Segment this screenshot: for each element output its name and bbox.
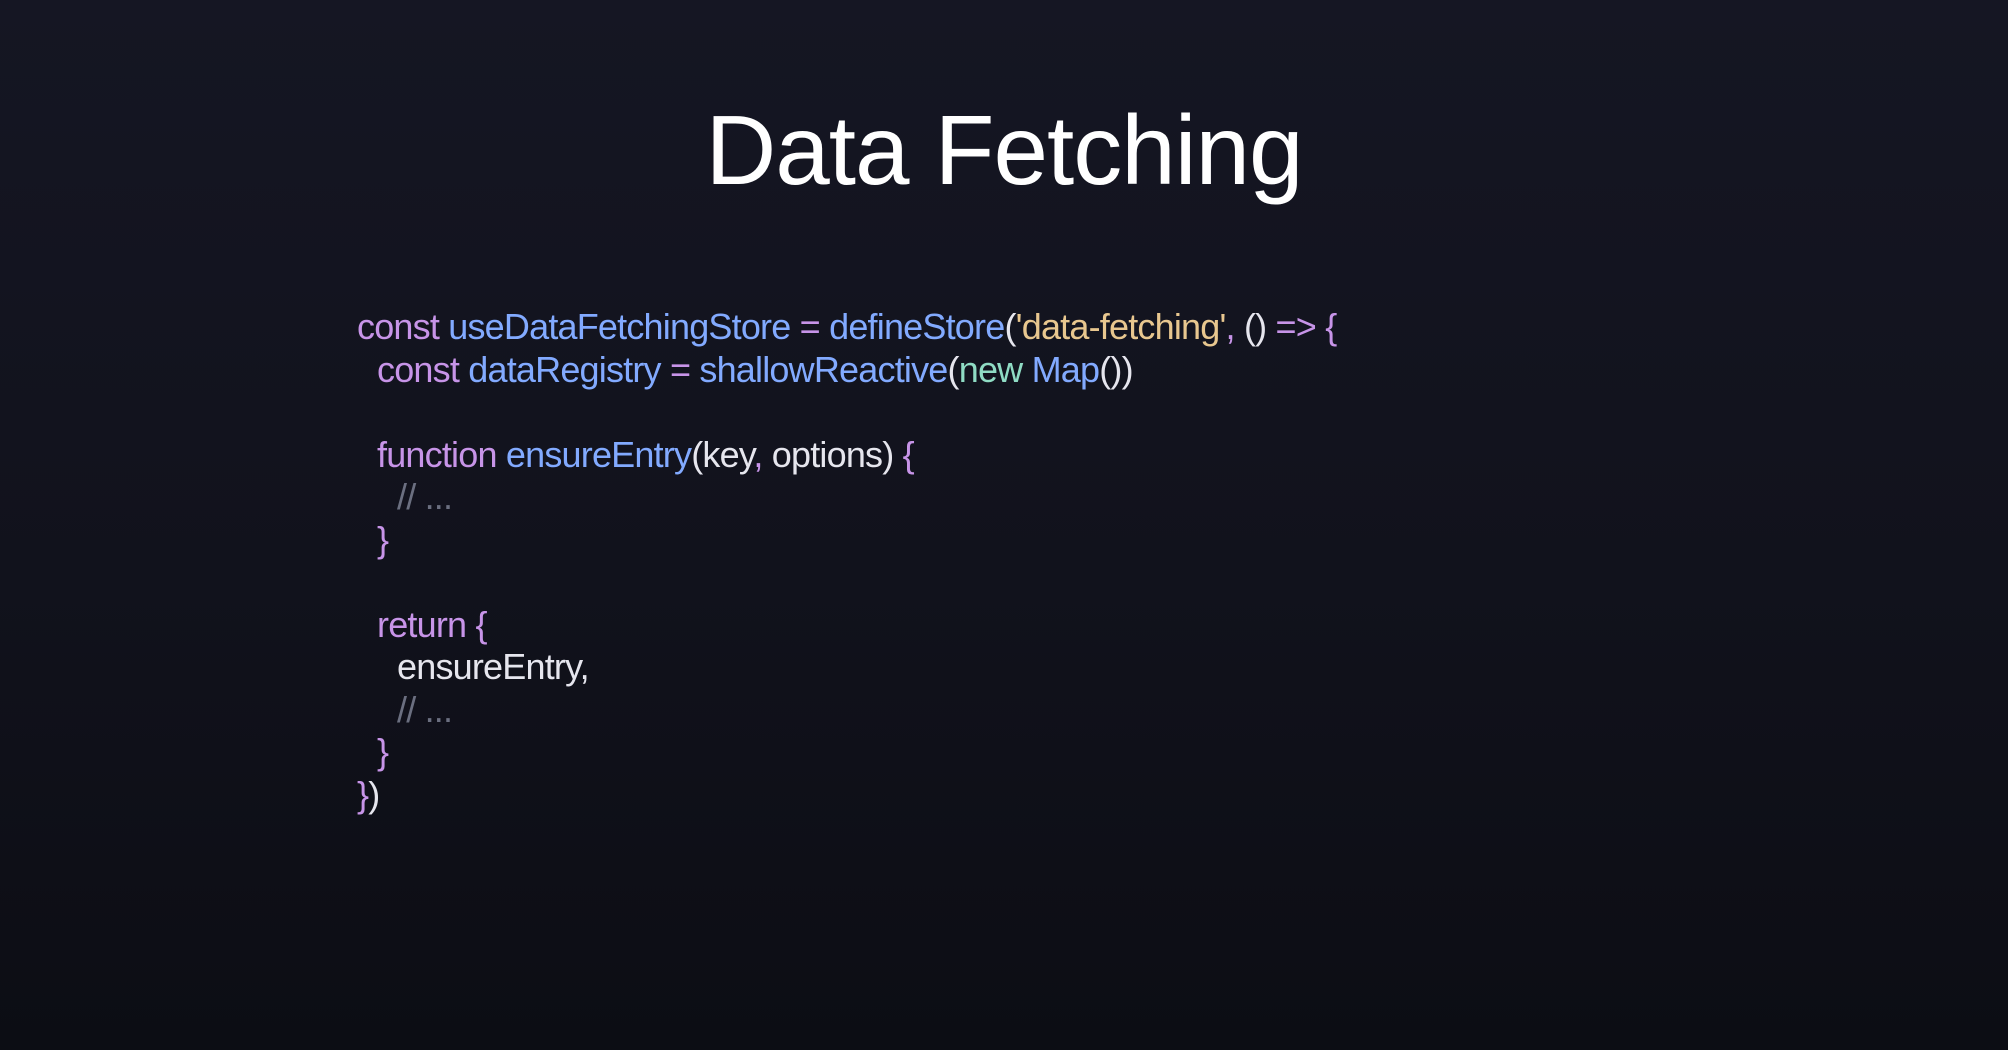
code-token-plain: (	[1004, 306, 1016, 347]
code-token-constructor_keyword: new	[958, 348, 1032, 390]
code-line: }	[357, 731, 1336, 774]
code-token-keyword: const	[377, 348, 469, 390]
code-token-plain: (	[947, 348, 960, 390]
code-token-keyword: }	[377, 518, 389, 560]
code-token-plain: options)	[771, 433, 903, 475]
code-line: return {	[357, 604, 1336, 647]
code-token-function: useDataFetchingStore	[448, 306, 791, 347]
code-token-keyword: => {	[1275, 306, 1338, 347]
code-token-keyword: {	[902, 433, 915, 475]
code-token-plain: ()	[1243, 306, 1276, 347]
code-token-keyword: const	[357, 306, 449, 347]
code-token-comment: // ...	[397, 476, 453, 517]
code-token-function: shallowReactive	[699, 348, 948, 390]
code-line: const useDataFetchingStore = defineStore…	[357, 306, 1338, 349]
code-token-keyword: ,	[753, 433, 772, 475]
code-token-keyword: =	[660, 348, 700, 390]
code-line: ensureEntry,	[357, 646, 1336, 689]
code-line: }	[357, 519, 1336, 562]
code-line: })	[357, 774, 1336, 817]
code-block: const useDataFetchingStore = defineStore…	[357, 306, 1338, 817]
code-token-plain: (key	[691, 433, 754, 475]
code-token-keyword: }	[377, 731, 389, 772]
code-token-plain: ensureEntry,	[397, 646, 590, 687]
code-token-string: 'data-fetching'	[1015, 306, 1227, 347]
code-token-plain: )	[368, 773, 380, 815]
code-token-keyword: function	[377, 433, 506, 475]
slide: Data Fetching const useDataFetchingStore…	[0, 0, 2008, 1050]
code-token-function: Map	[1031, 348, 1100, 390]
code-token-keyword: {	[475, 603, 487, 645]
code-line: // ...	[357, 476, 1336, 519]
code-token-plain: ())	[1099, 348, 1133, 390]
code-token-keyword: return	[377, 603, 476, 645]
code-token-function: defineStore	[829, 306, 1005, 347]
code-token-keyword: =	[790, 306, 830, 347]
code-token-keyword: }	[357, 773, 369, 815]
code-line: // ...	[357, 689, 1336, 732]
code-token-function: ensureEntry	[505, 433, 692, 475]
code-token-function: dataRegistry	[468, 348, 661, 390]
code-line: const dataRegistry = shallowReactive(new…	[357, 349, 1336, 392]
code-line: function ensureEntry(key, options) {	[357, 434, 1336, 477]
code-token-keyword: ,	[1225, 306, 1244, 347]
slide-title: Data Fetching	[705, 95, 1303, 205]
code-token-comment: // ...	[397, 688, 453, 730]
